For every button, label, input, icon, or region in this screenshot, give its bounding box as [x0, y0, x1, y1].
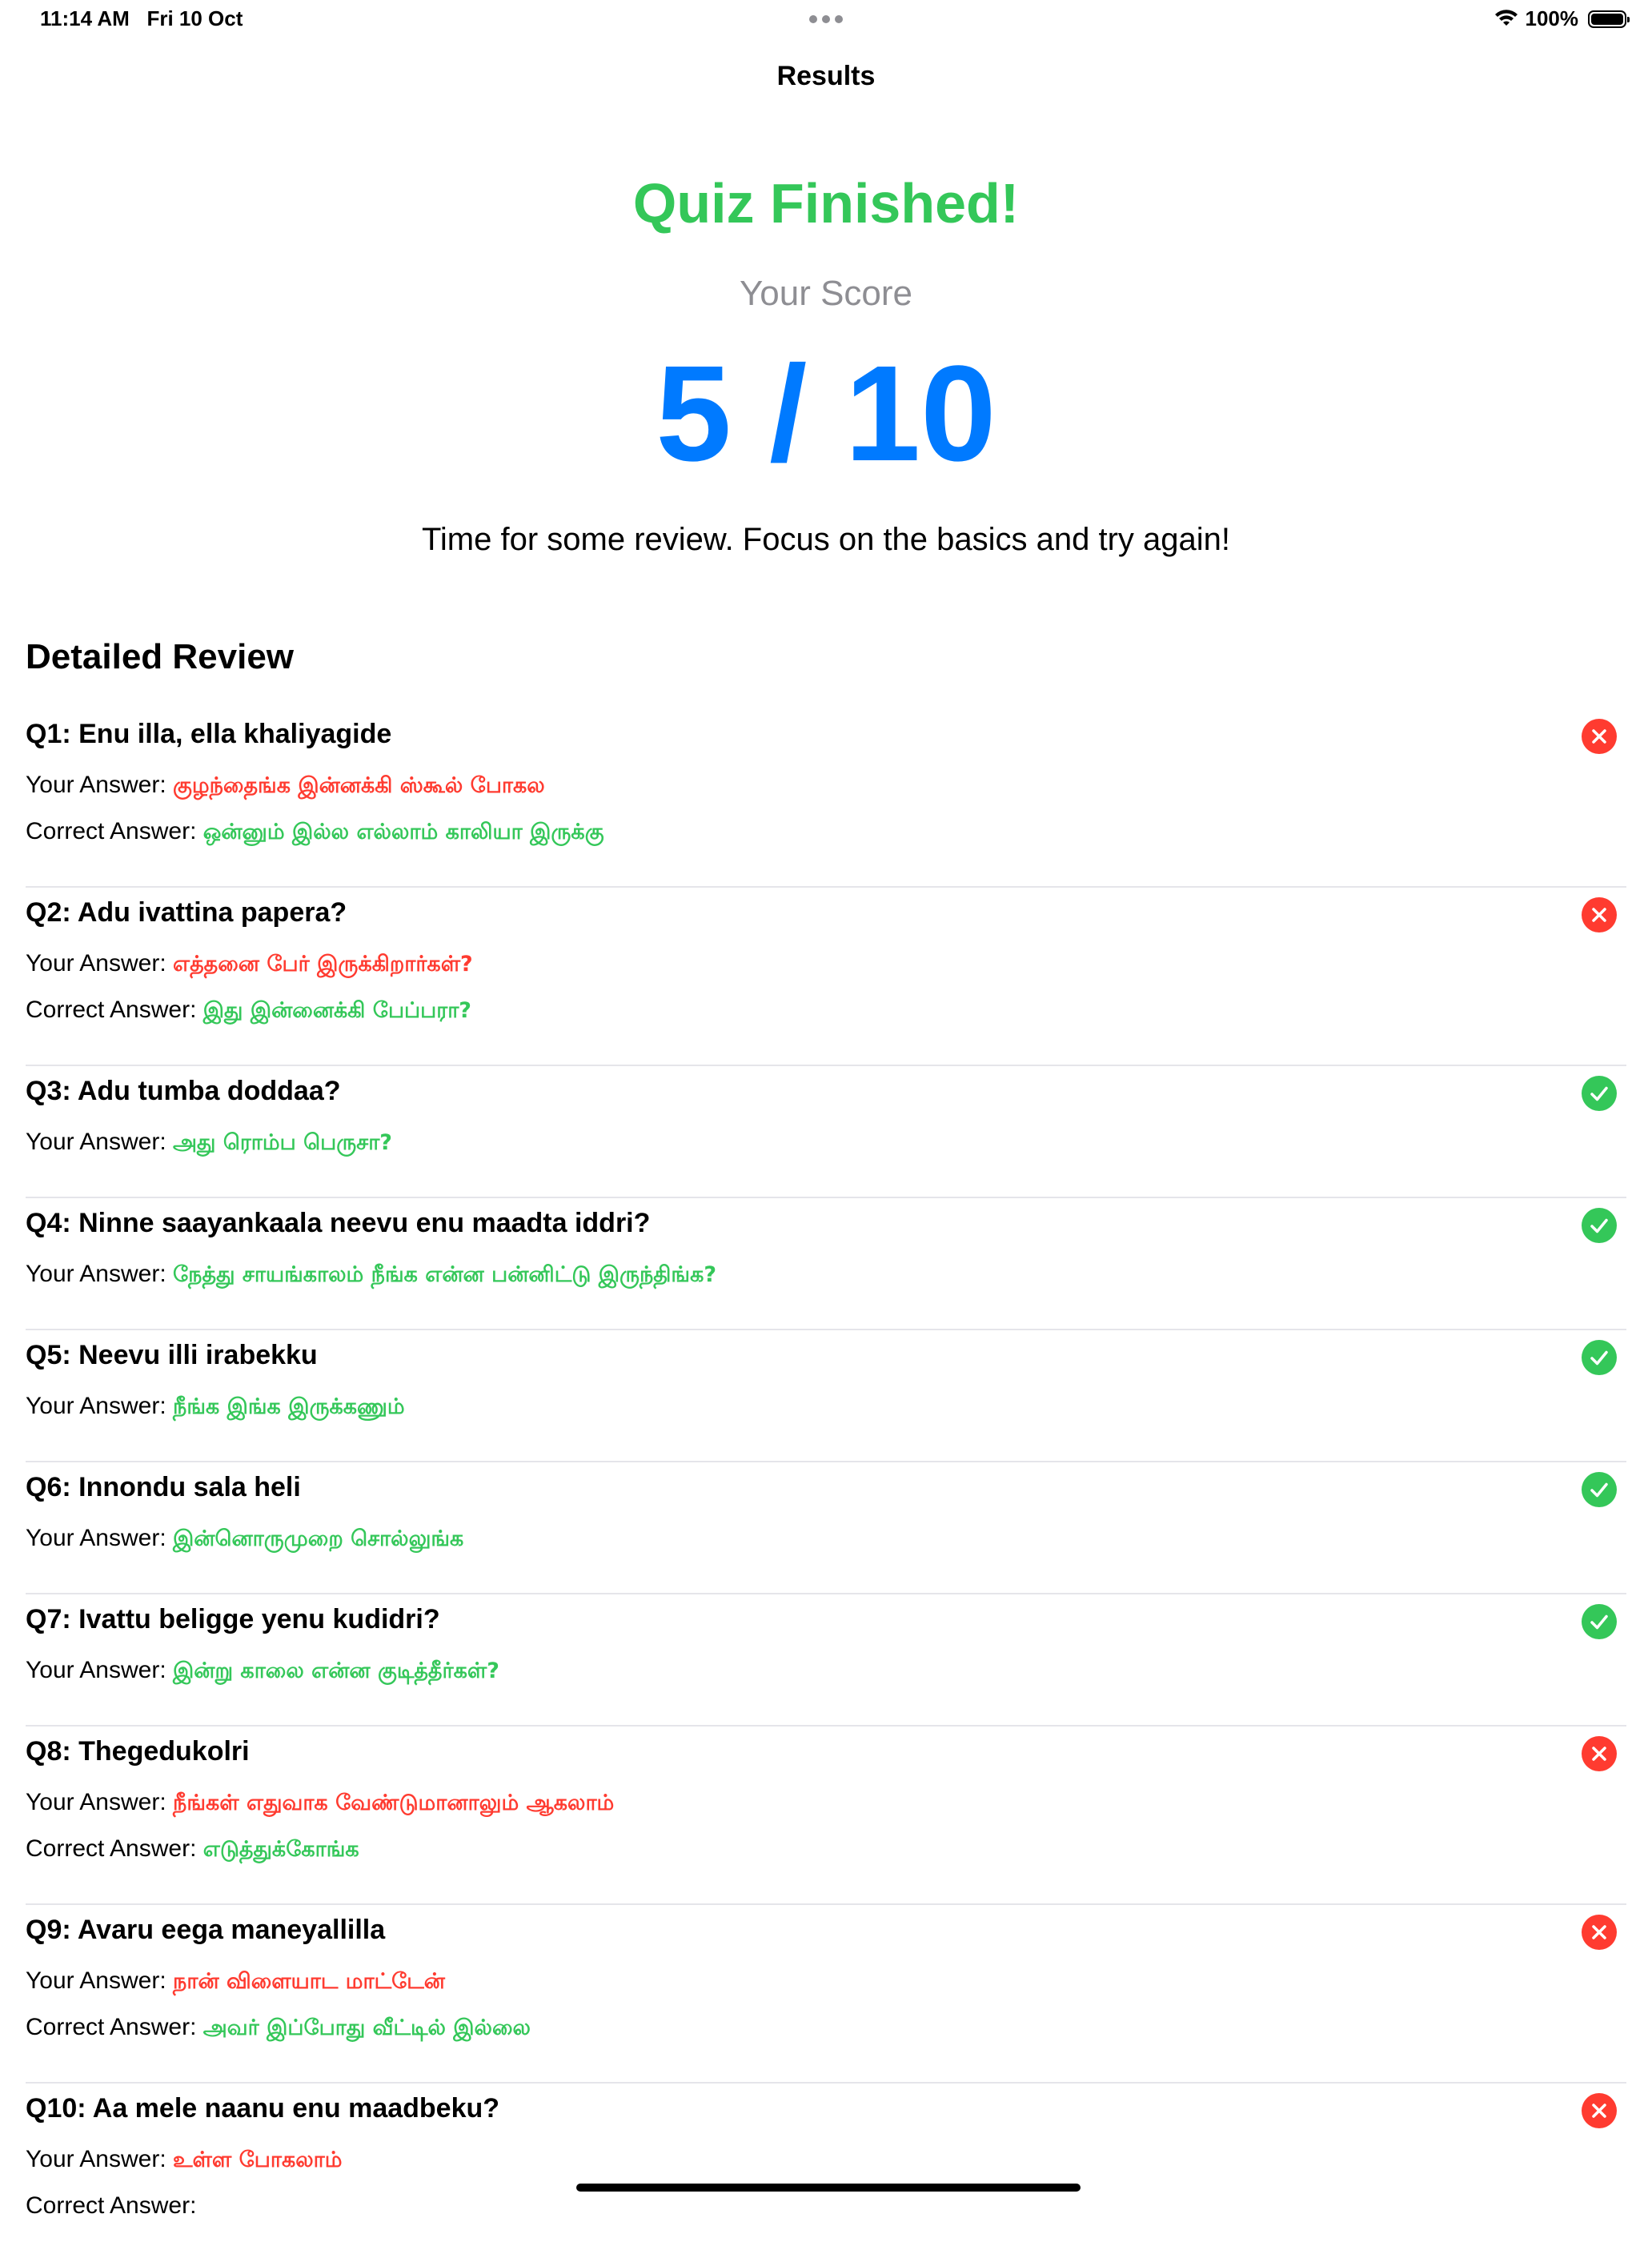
review-item-q4: Q4: Ninne saayankaala neevu enu maadta i… [26, 1198, 1626, 1330]
xmark-circle-icon [1582, 1736, 1617, 1771]
your-answer-line: Your Answer: எத்தனை பேர் இருக்கிறார்கள்? [26, 950, 473, 980]
status-date: Fri 10 Oct [146, 6, 243, 30]
your-answer-label: Your Answer: [26, 1129, 166, 1155]
score-message: Time for some review. Focus on the basic… [421, 522, 1231, 557]
correct-answer-label: Correct Answer: [26, 2192, 197, 2219]
question-text: Q6: Innondu sala heli [26, 1472, 301, 1502]
your-answer-line: Your Answer: நான் விளையாட மாட்டேன் [26, 1967, 445, 1997]
review-list: Q1: Enu illa, ella khaliyagide Your Answ… [26, 709, 1626, 2262]
your-answer-label: Your Answer: [26, 1789, 166, 1815]
checkmark-circle-icon [1582, 1604, 1617, 1639]
question-text: Q4: Ninne saayankaala neevu enu maadta i… [26, 1208, 651, 1238]
battery-icon [1588, 10, 1630, 28]
multitasking-ellipsis-icon[interactable] [809, 15, 843, 23]
question-text: Q8: Thegedukolri [26, 1736, 250, 1767]
question-text: Q5: Neevu illi irabekku [26, 1340, 318, 1370]
question-text: Q7: Ivattu beligge yenu kudidri? [26, 1604, 440, 1634]
checkmark-circle-icon [1582, 1340, 1617, 1375]
your-answer-line: Your Answer: இன்று காலை என்ன குடித்தீர்க… [26, 1657, 499, 1686]
review-item-q3: Q3: Adu tumba doddaa? Your Answer: அது ர… [26, 1066, 1626, 1198]
your-answer-value: நேத்து சாயங்காலம் நீங்க என்ன பன்னிட்டு இ… [173, 1262, 717, 1287]
your-answer-value: குழந்தைங்க இன்னக்கி ஸ்கூல் போகல [173, 773, 545, 798]
your-answer-label: Your Answer: [26, 1967, 166, 1994]
correct-answer-line: Correct Answer: எடுத்துக்கோங்க [26, 1835, 359, 1865]
review-item-q1: Q1: Enu illa, ella khaliyagide Your Answ… [26, 709, 1626, 888]
checkmark-circle-icon [1582, 1208, 1617, 1243]
your-answer-line: Your Answer: நீங்க இங்க இருக்கணும் [26, 1393, 405, 1422]
your-answer-value: உள்ள போகலாம் [173, 2148, 343, 2172]
your-answer-label: Your Answer: [26, 1393, 166, 1419]
correct-answer-value: எடுத்துக்கோங்க [202, 1837, 359, 1862]
review-item-q10: Q10: Aa mele naanu enu maadbeku? Your An… [26, 2084, 1626, 2262]
question-text: Q10: Aa mele naanu enu maadbeku? [26, 2093, 500, 2124]
review-item-q8: Q8: Thegedukolri Your Answer: நீங்கள் எத… [26, 1727, 1626, 1905]
your-answer-label: Your Answer: [26, 2146, 166, 2172]
detailed-review-heading: Detailed Review [26, 637, 295, 676]
review-item-q5: Q5: Neevu illi irabekku Your Answer: நீங… [26, 1330, 1626, 1462]
review-item-q2: Q2: Adu ivattina papera? Your Answer: எத… [26, 888, 1626, 1066]
correct-answer-label: Correct Answer: [26, 1835, 197, 1862]
status-indicators: 100% [1494, 6, 1630, 31]
your-answer-line: Your Answer: உள்ள போகலாம் [26, 2146, 343, 2176]
your-answer-label: Your Answer: [26, 1261, 166, 1287]
nav-title: Results [776, 61, 876, 91]
your-answer-value: எத்தனை பேர் இருக்கிறார்கள்? [173, 952, 473, 977]
correct-answer-label: Correct Answer: [26, 2014, 197, 2040]
your-answer-value: அது ரொம்ப பெருசா? [173, 1130, 392, 1155]
your-answer-line: Your Answer: குழந்தைங்க இன்னக்கி ஸ்கூல் … [26, 772, 545, 801]
your-answer-line: Your Answer: அது ரொம்ப பெருசா? [26, 1129, 392, 1158]
score-value: 5 / 10 [656, 338, 996, 490]
your-answer-line: Your Answer: நேத்து சாயங்காலம் நீங்க என்… [26, 1261, 716, 1290]
question-text: Q3: Adu tumba doddaa? [26, 1076, 341, 1106]
your-answer-value: இன்று காலை என்ன குடித்தீர்கள்? [173, 1658, 499, 1683]
your-answer-line: Your Answer: நீங்கள் எதுவாக வேண்டுமானாலு… [26, 1789, 614, 1819]
correct-answer-label: Correct Answer: [26, 997, 197, 1023]
question-text: Q1: Enu illa, ella khaliyagide [26, 719, 392, 749]
correct-answer-line: Correct Answer: இது இன்னைக்கி பேப்பரா? [26, 997, 471, 1026]
correct-answer-line: Correct Answer: ஒன்னும் இல்ல எல்லாம் கால… [26, 818, 604, 848]
your-answer-label: Your Answer: [26, 1525, 166, 1551]
review-item-q6: Q6: Innondu sala heli Your Answer: இன்னொ… [26, 1462, 1626, 1594]
status-time-date: 11:14 AM Fri 10 Oct [40, 6, 243, 31]
your-answer-value: நீங்க இங்க இருக்கணும் [173, 1394, 405, 1419]
correct-answer-label: Correct Answer: [26, 818, 197, 844]
correct-answer-value: அவர் இப்போது வீட்டில் இல்லை [202, 2015, 531, 2040]
wifi-icon [1494, 9, 1518, 26]
question-text: Q2: Adu ivattina papera? [26, 897, 347, 928]
battery-percentage: 100% [1525, 6, 1579, 30]
xmark-circle-icon [1582, 897, 1617, 932]
score-label: Your Score [739, 274, 913, 313]
your-answer-value: நான் விளையாட மாட்டேன் [173, 1969, 445, 1994]
your-answer-label: Your Answer: [26, 1657, 166, 1683]
correct-answer-line: Correct Answer: அவர் இப்போது வீட்டில் இல… [26, 2014, 531, 2043]
home-indicator[interactable] [576, 2184, 1081, 2192]
correct-answer-line: Correct Answer: [26, 2192, 196, 2220]
status-time: 11:14 AM [40, 6, 130, 30]
your-answer-value: இன்னொருமுறை சொல்லுங்க [173, 1526, 464, 1551]
checkmark-circle-icon [1582, 1076, 1617, 1111]
xmark-circle-icon [1582, 2093, 1617, 2128]
your-answer-value: நீங்கள் எதுவாக வேண்டுமானாலும் ஆகலாம் [173, 1791, 615, 1815]
xmark-circle-icon [1582, 1915, 1617, 1950]
your-answer-line: Your Answer: இன்னொருமுறை சொல்லுங்க [26, 1525, 463, 1554]
question-text: Q9: Avaru eega maneyallilla [26, 1915, 386, 1945]
your-answer-label: Your Answer: [26, 950, 166, 977]
your-answer-label: Your Answer: [26, 772, 166, 798]
review-item-q7: Q7: Ivattu beligge yenu kudidri? Your An… [26, 1594, 1626, 1727]
correct-answer-value: ஒன்னும் இல்ல எல்லாம் காலியா இருக்கு [202, 820, 604, 844]
status-bar: 11:14 AM Fri 10 Oct 100% [0, 0, 1652, 38]
quiz-finished-title: Quiz Finished! [632, 172, 1020, 235]
xmark-circle-icon [1582, 719, 1617, 754]
correct-answer-value: இது இன்னைக்கி பேப்பரா? [202, 998, 471, 1023]
review-item-q9: Q9: Avaru eega maneyallilla Your Answer:… [26, 1905, 1626, 2084]
checkmark-circle-icon [1582, 1472, 1617, 1507]
